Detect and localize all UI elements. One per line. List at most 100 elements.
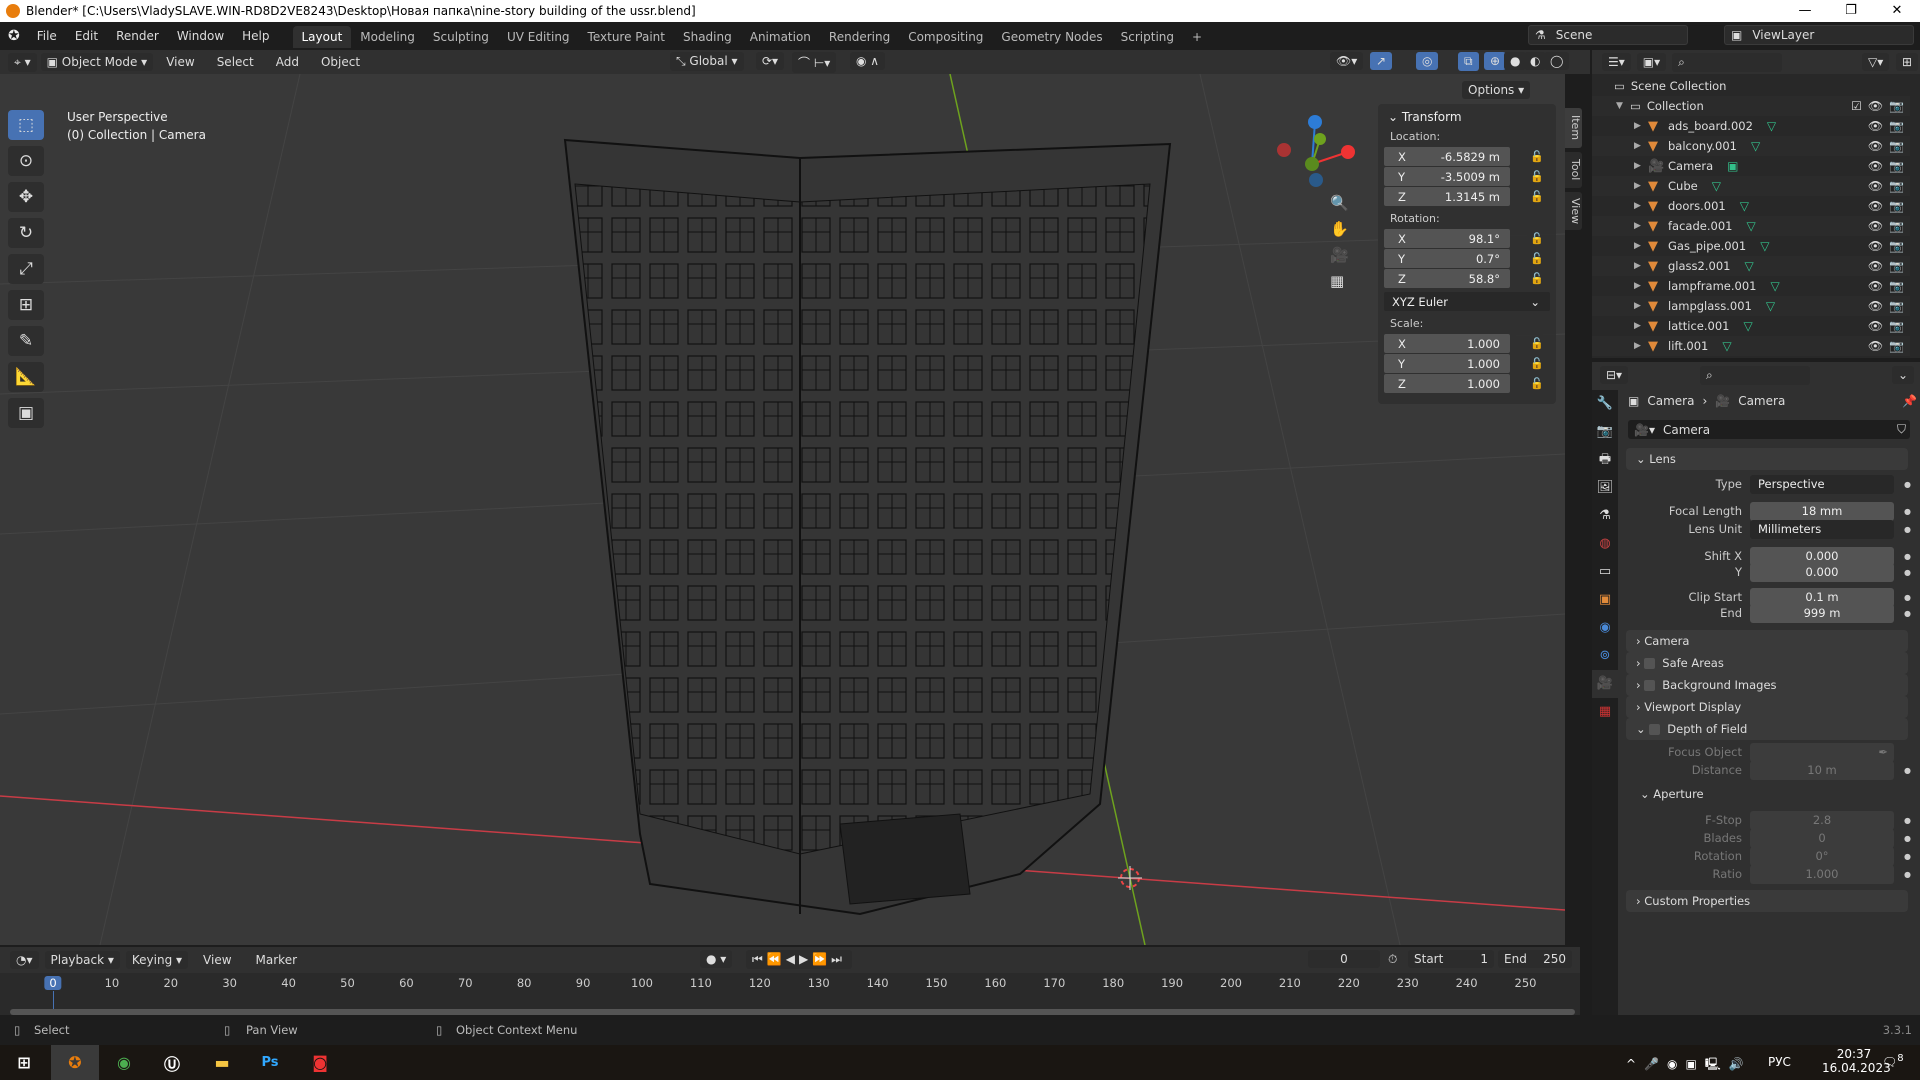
current-frame-indicator[interactable]: 0 <box>44 976 62 990</box>
visibility-icons[interactable]: 👁📷 <box>1868 259 1910 273</box>
proportional-edit-icon[interactable]: ◉ ∧ <box>850 52 886 70</box>
sidebar-tab-item[interactable]: Item <box>1565 108 1582 148</box>
mode-selector[interactable]: ▣ Object Mode ▾ <box>40 53 154 71</box>
rotation-x-field[interactable]: X 98.1° 🔓 <box>1384 229 1550 248</box>
outliner-item[interactable]: ▶ ▼ facade.001 ▽ 👁📷 <box>1592 216 1910 236</box>
camera-view-icon[interactable]: 🎥 <box>1330 246 1349 264</box>
outliner-item[interactable]: ▶ ▼ balcony.001 ▽ 👁📷 <box>1592 136 1910 156</box>
playback-menu[interactable]: Playback ▾ <box>44 951 120 969</box>
tab-geometry-nodes[interactable]: Geometry Nodes <box>992 26 1111 48</box>
mesh-data-icon[interactable]: ▽ <box>1751 139 1760 153</box>
editor-type-icon[interactable]: ⌖ ▾ <box>8 52 37 72</box>
camera-datablock-selector[interactable]: 🎥▾ Camera ⛉ <box>1628 420 1910 439</box>
pivot-icon[interactable]: ⟳▾ <box>756 52 785 70</box>
lock-icon[interactable]: 🔓 <box>1530 150 1544 163</box>
outliner-search-input[interactable]: ⌕ <box>1672 52 1783 72</box>
lens-panel-header[interactable]: ⌄ Lens <box>1626 448 1908 470</box>
visibility-icons[interactable]: 👁📷 <box>1868 139 1910 153</box>
world-tab-icon[interactable]: ◍ <box>1592 530 1618 558</box>
dof-checkbox[interactable] <box>1649 723 1661 735</box>
focal-length-field[interactable]: Focal Length 18 mm ● <box>1626 501 1916 521</box>
visibility-icons[interactable]: 👁📷 <box>1868 319 1910 333</box>
lock-icon[interactable]: 🔓 <box>1530 232 1544 245</box>
lock-icon[interactable]: 🔓 <box>1530 170 1544 183</box>
mesh-data-icon[interactable]: ▽ <box>1743 319 1752 333</box>
clip-end-field[interactable]: End 999 m ● <box>1626 603 1916 623</box>
safe-areas-checkbox[interactable] <box>1644 657 1656 669</box>
collection-row[interactable]: ▼ ▭ Collection ☑👁📷 <box>1592 96 1910 116</box>
menu-object[interactable]: Object <box>312 50 369 74</box>
pan-hand-icon[interactable]: ✋ <box>1330 220 1349 238</box>
lens-type-select[interactable]: Type Perspective ● <box>1626 474 1916 494</box>
outliner-item[interactable]: ▶ ▼ glass2.001 ▽ 👁📷 <box>1592 256 1910 276</box>
outliner-item[interactable]: ▶ ▼ lattice.001 ▽ 👁📷 <box>1592 316 1910 336</box>
focus-distance-field[interactable]: Distance 10 m ● <box>1626 760 1916 780</box>
expand-icon[interactable]: ▶ <box>1634 341 1648 351</box>
rotate-tool[interactable]: ↻ <box>8 218 44 248</box>
camera-data-icon[interactable]: ▣ <box>1727 159 1738 173</box>
menu-file[interactable]: File <box>28 22 66 50</box>
aperture-rotation-field[interactable]: Rotation 0° ● <box>1626 846 1916 866</box>
properties-search-input[interactable]: ⌕ <box>1700 365 1810 385</box>
physics-tab-icon[interactable]: ◉ <box>1592 614 1618 642</box>
scene-tab-icon[interactable]: ⚗ <box>1592 502 1618 530</box>
snap-icon[interactable]: ⌒ ⊢▾ <box>792 52 837 73</box>
tray-icons[interactable]: ^🎤◉▣🖳🔊 <box>1626 1055 1752 1076</box>
properties-options-icon[interactable]: ⌄ <box>1892 366 1915 384</box>
measure-tool[interactable]: 📐 <box>8 362 44 392</box>
mesh-data-icon[interactable]: ▽ <box>1740 199 1749 213</box>
photoshop-taskbar-icon[interactable]: Ps <box>246 1045 294 1080</box>
tab-compositing[interactable]: Compositing <box>899 26 992 48</box>
blender-taskbar-icon[interactable]: ✪ <box>51 1045 99 1080</box>
ortho-grid-icon[interactable]: ▦ <box>1330 272 1349 290</box>
camera-data-tab-icon[interactable]: 🎥 <box>1592 670 1618 698</box>
menu-render[interactable]: Render <box>107 22 168 50</box>
keying-menu[interactable]: Keying ▾ <box>125 951 189 969</box>
xray-toggle-icon[interactable]: ⧉ <box>1458 52 1479 71</box>
unreal-taskbar-icon[interactable]: Ⓤ <box>148 1045 196 1080</box>
mesh-data-icon[interactable]: ▽ <box>1712 179 1721 193</box>
safe-areas-panel-header[interactable]: › Safe Areas <box>1626 652 1908 674</box>
display-mode-icon[interactable]: ☰▾ <box>1602 53 1631 71</box>
playback-controls[interactable]: ⏮⏪◀▶⏩⏭ <box>746 950 852 969</box>
timeline-view-menu[interactable]: View <box>194 947 240 973</box>
tab-layout[interactable]: Layout <box>292 26 352 48</box>
scene-selector[interactable]: ⚗ Scene <box>1528 25 1688 45</box>
camera-panel-header[interactable]: › Camera <box>1626 630 1908 652</box>
menu-help[interactable]: Help <box>233 22 278 50</box>
scale-x-field[interactable]: X 1.000 🔓 <box>1384 334 1550 353</box>
rotation-z-field[interactable]: Z 58.8° 🔓 <box>1384 269 1550 288</box>
outliner-item[interactable]: ▶ ▼ lift.001 ▽ 👁📷 <box>1592 336 1910 356</box>
shading-rendered-icon[interactable]: ◯ <box>1544 52 1570 70</box>
ratio-field[interactable]: Ratio 1.000 ● <box>1626 864 1916 884</box>
collection-tab-icon[interactable]: ▭ <box>1592 558 1618 586</box>
tab-rendering[interactable]: Rendering <box>820 26 899 48</box>
transform-header[interactable]: ⌄ Transform <box>1388 110 1550 124</box>
sidebar-tab-tool[interactable]: Tool <box>1565 152 1582 188</box>
custom-properties-panel-header[interactable]: › Custom Properties <box>1626 890 1908 912</box>
expand-icon[interactable]: ▶ <box>1634 261 1648 271</box>
options-button[interactable]: Options ▾ <box>1462 81 1531 99</box>
outliner-item[interactable]: ▶ ▼ Gas_pipe.001 ▽ 👁📷 <box>1592 236 1910 256</box>
new-collection-icon[interactable]: ⊞ <box>1896 53 1919 71</box>
maximize-button[interactable]: ❐ <box>1828 0 1874 22</box>
tab-texture-paint[interactable]: Texture Paint <box>579 26 674 48</box>
mesh-data-icon[interactable]: ▽ <box>1760 239 1769 253</box>
location-y-field[interactable]: Y -3.5009 m 🔓 <box>1384 167 1550 186</box>
location-x-field[interactable]: X -6.5829 m 🔓 <box>1384 147 1550 166</box>
end-frame-field[interactable]: End 250 <box>1498 950 1572 968</box>
close-button[interactable]: ✕ <box>1874 0 1920 22</box>
scale-z-field[interactable]: Z 1.000 🔓 <box>1384 374 1550 393</box>
tab-modeling[interactable]: Modeling <box>351 26 424 48</box>
outliner-item[interactable]: ▶ ▼ doors.001 ▽ 👁📷 <box>1592 196 1910 216</box>
clock[interactable]: 20:37 16.04.2023 <box>1822 1047 1891 1075</box>
timeline-marker-menu[interactable]: Marker <box>247 947 306 973</box>
shift-y-field[interactable]: Y 0.000 ● <box>1626 562 1916 582</box>
tab-scripting[interactable]: Scripting <box>1112 26 1183 48</box>
auto-keying-toggle[interactable]: ● ▾ <box>700 950 733 968</box>
menu-edit[interactable]: Edit <box>66 22 107 50</box>
texture-tab-icon[interactable]: ▦ <box>1592 698 1618 726</box>
tab-animation[interactable]: Animation <box>741 26 820 48</box>
input-language[interactable]: РУС <box>1768 1055 1791 1069</box>
menu-window[interactable]: Window <box>168 22 233 50</box>
